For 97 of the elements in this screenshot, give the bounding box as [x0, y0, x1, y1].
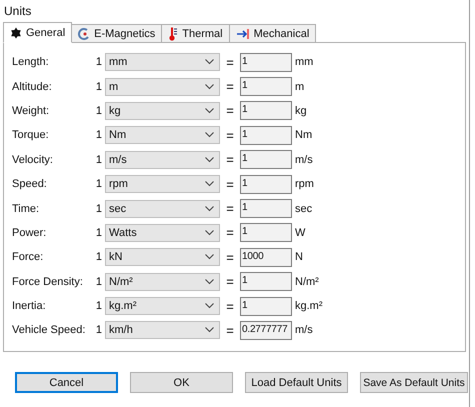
base-unit: Nm: [295, 129, 312, 142]
value-field[interactable]: 1: [240, 52, 292, 72]
factor-text: 1: [94, 251, 102, 264]
equals-sign: =: [225, 103, 235, 118]
factor-text: 1: [94, 226, 102, 239]
factor-text: 1: [94, 80, 102, 93]
factor-text: 1: [94, 104, 102, 117]
chevron-icon: [205, 132, 214, 138]
factor-text: 1: [94, 154, 102, 166]
equals-sign: =: [225, 250, 235, 265]
base-unit: sec: [295, 202, 312, 215]
equals-sign: =: [225, 274, 235, 290]
unit-dropdown[interactable]: rpm: [105, 175, 220, 194]
factor-text: 1: [94, 324, 102, 336]
chevron-icon: [205, 278, 214, 285]
chevron-icon: [205, 156, 214, 163]
chevron-icon: [205, 108, 214, 114]
base-unit: m/s: [295, 154, 313, 166]
flower-icon: [10, 26, 22, 38]
equals-sign: =: [225, 54, 235, 70]
unit-label: Force Density:: [12, 276, 84, 288]
unit-label: Vehicle Speed:: [12, 324, 86, 336]
equals-sign: =: [225, 79, 235, 94]
value-field[interactable]: 1: [240, 223, 292, 242]
unit-label: Time:: [12, 202, 40, 215]
dialog-button[interactable]: Cancel: [15, 372, 118, 393]
base-unit: W: [295, 226, 306, 239]
chevron-icon: [205, 303, 214, 310]
unit-dropdown[interactable]: Nm: [105, 126, 220, 144]
equals-sign: =: [225, 176, 235, 192]
unit-dropdown[interactable]: N/m²: [105, 272, 220, 291]
base-unit: N: [295, 251, 303, 264]
unit-dropdown[interactable]: Watts: [105, 224, 220, 242]
chevron-icon: [205, 327, 214, 334]
value-field[interactable]: 1: [240, 272, 292, 292]
chevron-icon: [205, 206, 214, 212]
thermometer-icon: [168, 26, 178, 40]
unit-dropdown[interactable]: m: [105, 78, 220, 96]
chevron-icon: [205, 59, 214, 66]
unit-dropdown[interactable]: kg: [105, 102, 220, 120]
base-unit: rpm: [295, 178, 314, 190]
magnet-icon: [78, 28, 90, 40]
dialog-button[interactable]: Load Default Units: [245, 372, 348, 393]
equals-sign: =: [225, 152, 235, 168]
unit-label: Weight:: [12, 104, 50, 117]
factor-text: 1: [94, 300, 102, 312]
tab[interactable]: Thermal: [161, 24, 230, 42]
unit-dropdown[interactable]: kg.m²: [105, 297, 220, 316]
base-unit: mm: [295, 56, 314, 68]
factor-text: 1: [94, 129, 102, 142]
factor-text: 1: [94, 56, 102, 68]
unit-label: Velocity:: [12, 154, 54, 166]
unit-dropdown[interactable]: sec: [105, 200, 220, 218]
equals-sign: =: [225, 298, 235, 314]
unit-dropdown[interactable]: m/s: [105, 150, 220, 169]
value-field[interactable]: 1: [240, 126, 292, 145]
value-field[interactable]: 1: [240, 174, 292, 194]
dialog-button[interactable]: OK: [130, 372, 233, 393]
unit-label: Speed:: [12, 178, 48, 190]
unit-label: Torque:: [12, 129, 50, 142]
chevron-icon: [205, 84, 214, 90]
base-unit: m: [295, 80, 304, 93]
factor-text: 1: [94, 276, 102, 288]
equals-sign: =: [225, 322, 235, 338]
chevron-icon: [205, 181, 214, 188]
unit-label: Altitude:: [12, 80, 53, 93]
equals-sign: =: [225, 201, 235, 216]
window-title: Units: [3, 3, 32, 20]
unit-dropdown[interactable]: km/h: [105, 321, 220, 340]
unit-label: Force:: [12, 251, 44, 264]
value-field[interactable]: 1: [240, 101, 292, 120]
factor-text: 1: [94, 202, 102, 215]
factor-text: 1: [94, 178, 102, 190]
dialog-button[interactable]: Save As Default Units: [360, 372, 468, 393]
value-field[interactable]: 1: [240, 296, 292, 316]
tab[interactable]: Mechanical: [228, 24, 316, 42]
value-field[interactable]: 1000: [240, 248, 292, 267]
unit-dropdown[interactable]: kN: [105, 248, 220, 266]
base-unit: kg: [295, 104, 307, 117]
base-unit: kg.m²: [295, 300, 322, 312]
value-field[interactable]: 1: [240, 199, 292, 218]
arrow-icon: [236, 28, 250, 40]
value-field[interactable]: 1: [240, 77, 292, 96]
equals-sign: =: [225, 128, 235, 143]
equals-sign: =: [225, 225, 235, 240]
unit-dropdown[interactable]: mm: [105, 53, 220, 72]
tab[interactable]: General: [3, 22, 72, 43]
chevron-icon: [205, 254, 214, 260]
unit-label: Power:: [12, 226, 48, 239]
value-field[interactable]: 0.2777777: [240, 320, 292, 340]
unit-label: Length:: [12, 56, 50, 68]
tab[interactable]: E-Magnetics: [71, 24, 162, 42]
chevron-icon: [205, 230, 214, 236]
value-field[interactable]: 1: [240, 150, 292, 170]
unit-label: Inertia:: [12, 300, 47, 312]
base-unit: N/m²: [295, 276, 319, 288]
base-unit: m/s: [295, 324, 313, 336]
